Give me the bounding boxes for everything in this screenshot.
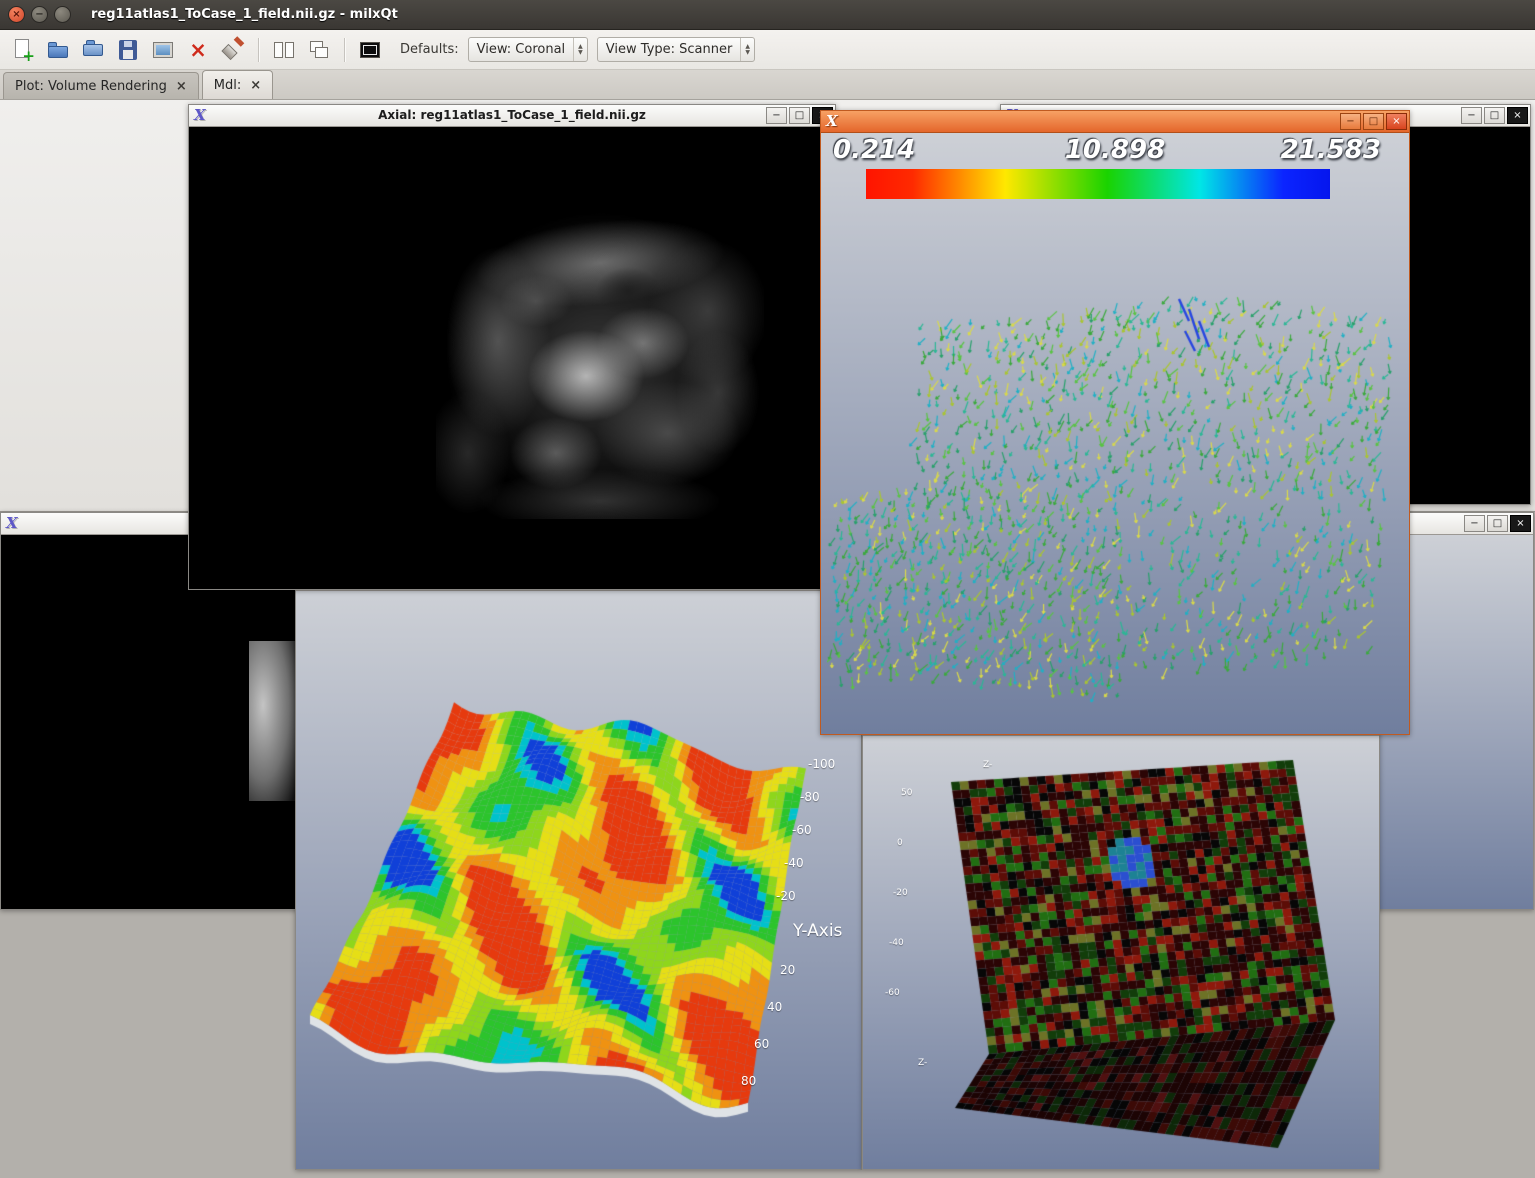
open-file-icon[interactable] (45, 37, 71, 63)
spinner-arrows-icon[interactable]: ▲ ▼ (740, 38, 754, 61)
view-type-combobox[interactable]: View Type: Scanner ▲ ▼ (596, 37, 755, 62)
model-viewport[interactable]: Z- Z- 50 0 -20 -40 -60 (863, 736, 1379, 1169)
milx-logo-icon: X (826, 112, 838, 130)
subwindow-maximize-button[interactable]: □ (1363, 113, 1384, 130)
axis-tick: 50 (901, 788, 913, 798)
z-axis-label-top: Z- (983, 760, 993, 770)
screenshot-icon[interactable] (150, 37, 176, 63)
axis-tick: -40 (889, 938, 904, 948)
axis-tick: 80 (741, 1074, 757, 1088)
subwindow-close-button[interactable]: × (1510, 515, 1531, 532)
vector-field-window[interactable]: X − □ × 0.214 10.898 21.583 (820, 110, 1410, 735)
background-toggle-icon[interactable] (357, 37, 383, 63)
view-type-combobox-value: View Type: Scanner (605, 42, 733, 57)
view-combobox[interactable]: View: Coronal ▲ ▼ (467, 37, 588, 62)
subwindow-minimize-button[interactable]: − (1461, 107, 1482, 124)
axis-tick: -40 (784, 856, 804, 870)
window-maximize-button[interactable] (54, 6, 71, 23)
subwindow-maximize-button[interactable]: □ (1487, 515, 1508, 532)
axial-image-window[interactable]: X Axial: reg11atlas1_ToCase_1_field.nii.… (188, 104, 836, 590)
model-volume-window[interactable]: X Z- Z- 500-20-40-60 (862, 713, 1380, 1170)
window-titlebar[interactable]: × − reg11atlas1_ToCase_1_field.nii.gz - … (0, 0, 1535, 30)
refresh-icon[interactable] (220, 35, 246, 63)
axis-tick: -80 (800, 790, 820, 804)
subwindow-maximize-button[interactable]: □ (1484, 107, 1505, 124)
axis-tick: -100 (808, 757, 836, 771)
save-icon[interactable] (115, 37, 141, 63)
tab-label: Plot: Volume Rendering (15, 78, 167, 94)
view-combobox-value: View: Coronal (476, 42, 566, 57)
tile-windows-icon[interactable] (271, 37, 297, 63)
tab-bar: Plot: Volume Rendering × Mdl: × (0, 70, 1535, 100)
vector-field-canvas[interactable] (827, 213, 1403, 729)
slice-image-fragment (249, 641, 296, 801)
subwindow-title: Axial: reg11atlas1_ToCase_1_field.nii.gz (378, 108, 646, 122)
window-close-button[interactable]: × (8, 6, 25, 23)
tab-label: Mdl: (213, 77, 242, 93)
window-title: reg11atlas1_ToCase_1_field.nii.gz - milx… (91, 7, 398, 22)
axial-slice-viewport[interactable] (189, 127, 835, 589)
mdi-workspace: X − □ × X − □ × (0, 100, 1535, 1178)
toolbar-separator (258, 37, 259, 62)
axis-tick: -20 (776, 889, 796, 903)
subwindow-maximize-button[interactable]: □ (789, 107, 810, 124)
colorbar-gradient (866, 169, 1330, 199)
axis-tick: 20 (780, 963, 796, 977)
milx-logo-icon: X (6, 514, 18, 532)
tab-plot-volume-rendering[interactable]: Plot: Volume Rendering × (3, 72, 199, 99)
tab-mdl[interactable]: Mdl: × (201, 70, 274, 99)
vector-viewport[interactable]: 0.214 10.898 21.583 (821, 133, 1409, 734)
toolbar: + × Defaults: View: Coronal ▲ ▼ View Type… (0, 30, 1535, 70)
axis-tick: 40 (767, 1000, 783, 1014)
surface-viewport[interactable]: Y-Axis -100 -80 -60 -40 -20 20 40 60 80 (296, 591, 861, 1169)
defaults-label: Defaults: (400, 42, 459, 57)
tab-close-icon[interactable]: × (176, 79, 187, 94)
open-series-icon[interactable] (80, 37, 106, 63)
model-volume-canvas[interactable] (863, 736, 1379, 1169)
subwindow-titlebar[interactable]: X Axial: reg11atlas1_ToCase_1_field.nii.… (189, 105, 835, 127)
window-minimize-button[interactable]: − (31, 6, 48, 23)
axial-slice-canvas[interactable] (436, 191, 764, 519)
subwindow-titlebar[interactable]: X − □ × (821, 111, 1409, 133)
surface-plot-window[interactable]: X Y-Axis -100-80-60-40-2020406080 (295, 568, 862, 1170)
surface-plot-canvas[interactable] (296, 591, 861, 1169)
axis-tick: -60 (792, 823, 812, 837)
new-image-icon[interactable]: + (10, 37, 36, 65)
subwindow-close-button[interactable]: × (1386, 113, 1407, 130)
axis-tick: 60 (754, 1037, 770, 1051)
toolbar-separator (344, 37, 345, 62)
spinner-arrows-icon[interactable]: ▲ ▼ (573, 38, 587, 61)
z-axis-label-bottom: Z- (918, 1058, 928, 1068)
subwindow-minimize-button[interactable]: − (1340, 113, 1361, 130)
axis-tick: -60 (885, 988, 900, 998)
axis-tick: 0 (897, 838, 903, 848)
subwindow-minimize-button[interactable]: − (766, 107, 787, 124)
cascade-windows-icon[interactable] (306, 37, 332, 63)
axis-tick: -20 (893, 888, 908, 898)
milxqt-application-window: × − reg11atlas1_ToCase_1_field.nii.gz - … (0, 0, 1535, 1178)
y-axis-label: Y-Axis (793, 921, 843, 941)
subwindow-minimize-button[interactable]: − (1464, 515, 1485, 532)
tab-close-icon[interactable]: × (250, 78, 261, 93)
subwindow-close-button[interactable]: × (1507, 107, 1528, 124)
close-image-icon[interactable]: × (185, 37, 211, 63)
colorbar-max-label: 21.583 (1280, 135, 1381, 165)
